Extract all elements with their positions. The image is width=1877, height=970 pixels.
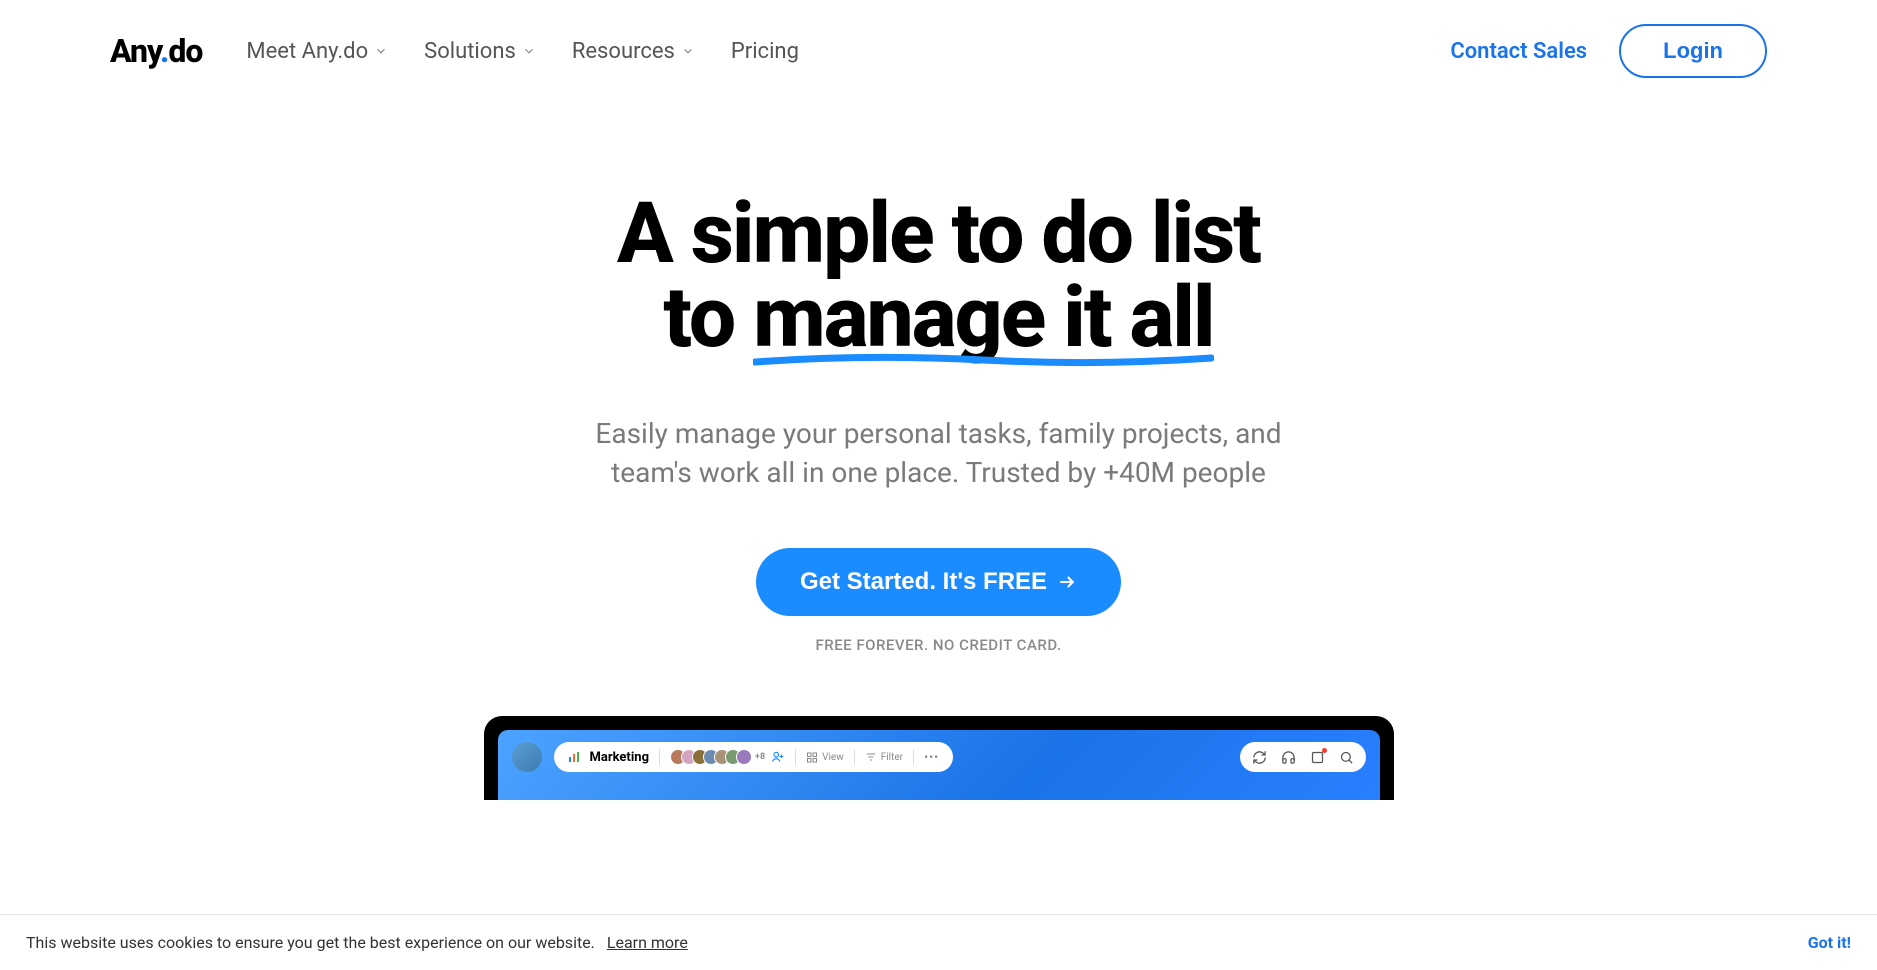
- nav-item-resources[interactable]: Resources: [572, 39, 695, 64]
- login-button[interactable]: Login: [1619, 24, 1767, 78]
- cookie-text: This website uses cookies to ensure you …: [26, 933, 595, 952]
- view-action[interactable]: View: [806, 751, 844, 763]
- hero-subtitle-line1: Easily manage your personal tasks, famil…: [595, 417, 1281, 450]
- divider: [795, 749, 796, 765]
- filter-action[interactable]: Filter: [865, 751, 903, 763]
- nav-left: Any.do Meet Any.do Solutions Resources P…: [110, 32, 799, 70]
- nav-item-solutions[interactable]: Solutions: [424, 39, 536, 64]
- divider: [913, 749, 914, 765]
- nav-label: Meet Any.do: [246, 39, 368, 64]
- more-members-count: +8: [755, 752, 765, 762]
- nav-label: Solutions: [424, 39, 516, 64]
- chevron-down-icon: [681, 44, 695, 58]
- project-pill: Marketing +8 View Filter: [554, 742, 954, 772]
- cookie-learn-more-link[interactable]: Learn more: [607, 933, 688, 952]
- view-label: View: [822, 752, 844, 763]
- cta-container: Get Started. It's FREE FREE FOREVER. NO …: [0, 548, 1877, 654]
- view-icon: [806, 751, 818, 763]
- filter-icon: [865, 751, 877, 763]
- hero-section: A simple to do list to manage it all Eas…: [0, 192, 1877, 654]
- nav-items: Meet Any.do Solutions Resources Pricing: [246, 39, 799, 64]
- divider: [659, 749, 660, 765]
- contact-sales-link[interactable]: Contact Sales: [1450, 39, 1587, 64]
- chevron-down-icon: [374, 44, 388, 58]
- cta-label: Get Started. It's FREE: [800, 568, 1047, 596]
- app-screen: Marketing +8 View Filter: [498, 730, 1380, 800]
- filter-label: Filter: [881, 752, 903, 763]
- cookie-banner: This website uses cookies to ensure you …: [0, 914, 1877, 970]
- add-member-icon[interactable]: [771, 750, 785, 764]
- logo[interactable]: Any.do: [110, 32, 202, 70]
- hero-title-underlined: manage it all: [753, 276, 1213, 360]
- hero-title-line2-prefix: to: [663, 268, 753, 367]
- search-icon[interactable]: [1339, 750, 1354, 765]
- arrow-right-icon: [1057, 572, 1077, 592]
- hero-title: A simple to do list to manage it all: [0, 192, 1877, 360]
- notification-badge: [1322, 748, 1327, 753]
- app-preview: Marketing +8 View Filter: [484, 716, 1394, 800]
- nav-right: Contact Sales Login: [1450, 24, 1767, 78]
- get-started-button[interactable]: Get Started. It's FREE: [756, 548, 1121, 616]
- user-avatar: [512, 742, 542, 772]
- logo-suffix: do: [168, 32, 202, 70]
- nav-item-meet[interactable]: Meet Any.do: [246, 39, 388, 64]
- toolbar-right: [1240, 742, 1366, 772]
- hero-subtitle: Easily manage your personal tasks, famil…: [0, 414, 1877, 492]
- chevron-down-icon: [522, 44, 536, 58]
- headphones-icon[interactable]: [1281, 750, 1296, 765]
- notification-icon[interactable]: [1310, 750, 1325, 765]
- project-name: Marketing: [590, 750, 650, 765]
- cta-subtext: FREE FOREVER. NO CREDIT CARD.: [0, 636, 1877, 654]
- cookie-close-button[interactable]: Got it!: [1808, 933, 1851, 952]
- nav-item-pricing[interactable]: Pricing: [731, 39, 799, 64]
- chart-icon: [568, 751, 580, 763]
- more-icon[interactable]: •••: [924, 750, 939, 764]
- hero-subtitle-line2: team's work all in one place. Trusted by…: [611, 456, 1266, 489]
- divider: [854, 749, 855, 765]
- logo-prefix: Any: [110, 32, 160, 70]
- cookie-content: This website uses cookies to ensure you …: [26, 933, 688, 952]
- nav-label: Pricing: [731, 39, 799, 64]
- member-avatar: [736, 749, 752, 765]
- avatar-group: +8: [670, 749, 785, 765]
- header: Any.do Meet Any.do Solutions Resources P…: [0, 0, 1877, 102]
- nav-label: Resources: [572, 39, 675, 64]
- sync-icon[interactable]: [1252, 750, 1267, 765]
- underline-decoration: [753, 352, 1213, 368]
